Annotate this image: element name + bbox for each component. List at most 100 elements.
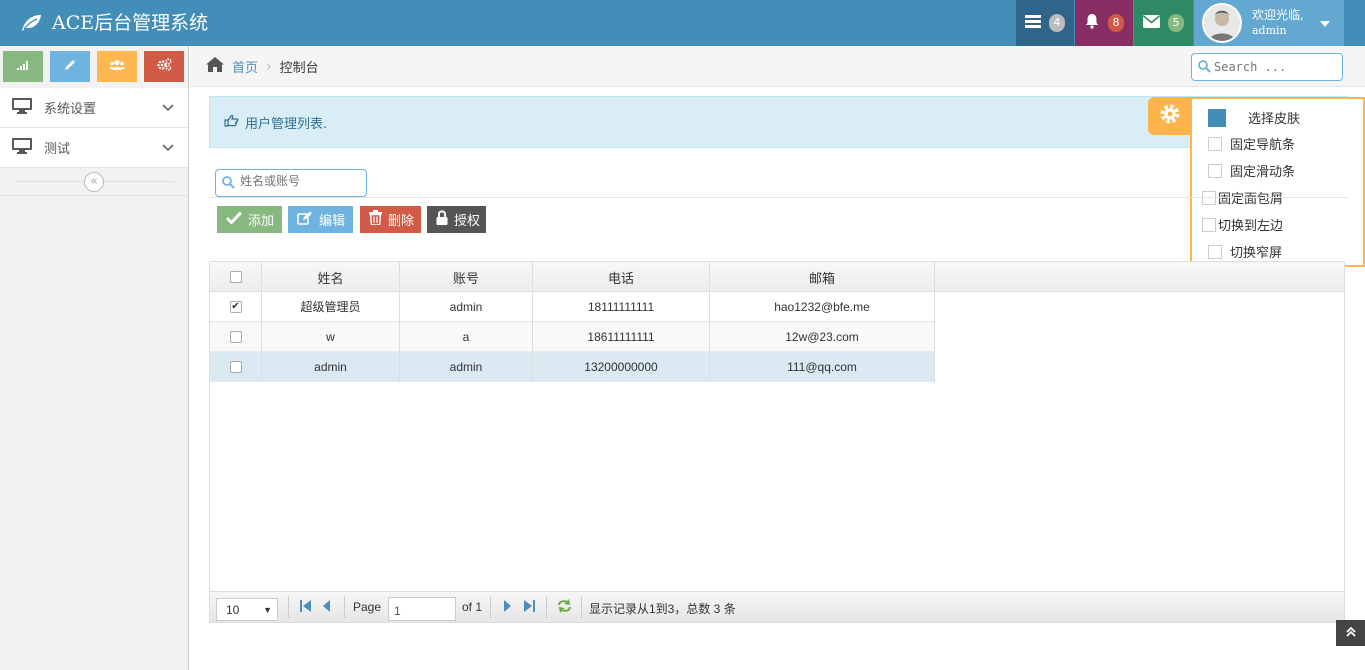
- shortcut-signal-button[interactable]: [3, 51, 43, 82]
- double-angle-left-icon: «: [90, 174, 98, 189]
- page-total-label: of 1: [462, 600, 483, 614]
- page-number-value: 1: [394, 604, 401, 618]
- alert-text: 用户管理列表.: [245, 116, 328, 132]
- lock-icon: [436, 210, 448, 229]
- next-page-icon[interactable]: [503, 600, 511, 615]
- user-menu[interactable]: 欢迎光临, admin: [1194, 0, 1344, 46]
- row-checkbox-checked[interactable]: ✔: [229, 300, 242, 313]
- add-button[interactable]: 添加: [217, 206, 282, 233]
- column-header-email[interactable]: 邮箱: [710, 262, 935, 292]
- shortcut-users-button[interactable]: [97, 51, 137, 82]
- gear-icon: [1159, 103, 1181, 129]
- page-size-value: 10: [226, 603, 240, 617]
- option-narrow-screen[interactable]: 切换窄屏: [1208, 242, 1282, 261]
- user-filter: [215, 169, 367, 197]
- option-checkbox[interactable]: [1208, 136, 1222, 151]
- settings-toggle-button[interactable]: [1148, 97, 1191, 135]
- cell-name: w: [262, 322, 400, 352]
- prev-page-icon[interactable]: [323, 600, 331, 615]
- first-page-icon[interactable]: [300, 600, 312, 615]
- option-switch-left[interactable]: 切换到左边: [1202, 215, 1283, 234]
- pager-separator: [581, 596, 582, 618]
- table-row[interactable]: ✔ 超级管理员 admin 18111111111 hao1232@bfe.me: [210, 292, 935, 322]
- table-row[interactable]: admin admin 13200000000 111@qq.com: [210, 352, 935, 382]
- cell-phone: 18611111111: [533, 322, 710, 352]
- caret-down-icon: [1319, 16, 1330, 31]
- caret-down-icon: ▼: [263, 605, 272, 615]
- breadcrumb-current: 控制台: [279, 61, 319, 76]
- option-checkbox[interactable]: [1208, 163, 1222, 178]
- page-number-input[interactable]: 1: [388, 597, 456, 621]
- edit-button[interactable]: 编辑: [288, 206, 353, 233]
- last-page-icon[interactable]: [523, 600, 535, 615]
- pager-separator: [344, 596, 345, 618]
- desktop-icon: [12, 97, 32, 118]
- sidebar: 系统设置 测试 «: [0, 46, 189, 670]
- record-summary: 显示记录从1到3，总数 3 条: [589, 602, 736, 616]
- messages-count-badge: 5: [1168, 14, 1184, 32]
- row-select-cell: [210, 322, 262, 352]
- search-icon: [1198, 60, 1211, 73]
- cell-name: admin: [262, 352, 400, 382]
- shortcut-pencil-button[interactable]: [50, 51, 90, 82]
- breadcrumb-home-link[interactable]: 首页: [232, 57, 258, 76]
- add-button-label: 添加: [248, 214, 275, 229]
- delete-button[interactable]: 删除: [360, 206, 421, 233]
- breadcrumb-separator-icon: ›: [266, 58, 272, 75]
- option-checkbox[interactable]: [1208, 244, 1222, 259]
- notifications-count-badge: 8: [1108, 14, 1124, 32]
- user-search-input[interactable]: [240, 174, 360, 188]
- pager-separator: [288, 596, 289, 618]
- column-header-name[interactable]: 姓名: [262, 262, 400, 292]
- leaf-icon: [20, 14, 42, 32]
- option-checkbox[interactable]: [1202, 217, 1216, 232]
- option-label: 切换到左边: [1218, 219, 1284, 234]
- grant-button[interactable]: 授权: [427, 206, 486, 233]
- select-all-checkbox[interactable]: [229, 271, 242, 283]
- column-header-account[interactable]: 账号: [400, 262, 533, 292]
- skin-color-swatch[interactable]: [1208, 108, 1226, 127]
- skin-picker[interactable]: 选择皮肤: [1208, 108, 1300, 127]
- scroll-to-top-button[interactable]: [1336, 620, 1365, 646]
- breadcrumb: 首页 › 控制台: [206, 57, 319, 76]
- table-header: 姓名 账号 电话 邮箱: [210, 262, 1344, 292]
- column-header-phone[interactable]: 电话: [533, 262, 710, 292]
- row-checkbox[interactable]: [229, 360, 242, 373]
- users-icon: [109, 59, 125, 75]
- envelope-icon: [1142, 14, 1161, 32]
- refresh-icon[interactable]: [556, 598, 573, 617]
- chevron-down-icon: [162, 101, 174, 116]
- bell-icon: [1084, 13, 1100, 33]
- messages-button[interactable]: 5: [1134, 0, 1193, 46]
- trash-icon: [369, 210, 382, 229]
- search-input[interactable]: [1214, 57, 1339, 77]
- sidebar-collapse-button[interactable]: «: [84, 172, 104, 192]
- nav-search: [1191, 53, 1343, 81]
- row-select-cell: ✔: [210, 292, 262, 322]
- option-fixed-sidebar[interactable]: 固定滑动条: [1208, 161, 1295, 180]
- option-fixed-navbar[interactable]: 固定导航条: [1208, 134, 1295, 153]
- tasks-icon: [1025, 14, 1041, 32]
- tasks-button[interactable]: 4: [1016, 0, 1074, 46]
- pager-separator: [490, 596, 491, 618]
- app-title: ACE后台管理系统: [52, 12, 209, 34]
- option-label: 切换窄屏: [1230, 246, 1283, 261]
- notifications-button[interactable]: 8: [1075, 0, 1133, 46]
- page-size-select[interactable]: 10 ▼: [216, 598, 278, 621]
- cell-account: a: [400, 322, 533, 352]
- table-row[interactable]: w a 18611111111 12w@23.com: [210, 322, 935, 352]
- breadcrumb-bar: 首页 › 控制台: [190, 46, 1365, 87]
- shortcut-cogs-button[interactable]: [144, 51, 184, 82]
- sidebar-item-label: 系统设置: [44, 102, 97, 117]
- sidebar-collapse-bar: «: [0, 168, 188, 196]
- signal-icon: [17, 59, 29, 74]
- option-label: 固定滑动条: [1230, 165, 1296, 180]
- skin-label: 选择皮肤: [1248, 112, 1301, 127]
- sidebar-item-system-settings[interactable]: 系统设置: [0, 88, 188, 128]
- row-checkbox[interactable]: [229, 330, 242, 343]
- hand-pointing-icon: [224, 114, 239, 131]
- brand[interactable]: ACE后台管理系统: [20, 10, 208, 36]
- cell-account: admin: [400, 292, 533, 322]
- cell-phone: 13200000000: [533, 352, 710, 382]
- sidebar-item-test[interactable]: 测试: [0, 128, 188, 168]
